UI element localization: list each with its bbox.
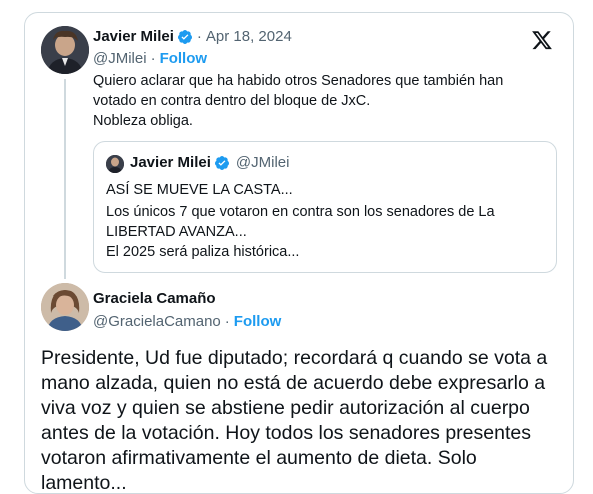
author-handle[interactable]: @GracielaCamano (93, 313, 221, 330)
parent-tweet-text-line: Quiero aclarar que ha habido otros Senad… (93, 73, 504, 89)
parent-tweet-text-line: votado en contra dentro del bloque de Jx… (93, 93, 371, 109)
reply-tweet-text-line: antes de la votación. Hoy todos los sena… (41, 422, 531, 444)
avatar[interactable] (41, 283, 89, 331)
avatar (106, 155, 124, 173)
author-name[interactable]: Javier Milei (93, 28, 174, 45)
separator-dot: · (150, 50, 156, 67)
reply-tweet-text-line: lamento... (41, 472, 127, 494)
follow-button[interactable]: Follow (160, 50, 208, 67)
reply-tweet-text-line: mano alzada, quien no está de acuerdo de… (41, 372, 546, 394)
quoted-tweet-text-line: El 2025 será paliza histórica... (106, 244, 300, 260)
quoted-tweet-text-line: LIBERTAD AVANZA... (106, 224, 247, 240)
embedded-tweet-card: Javier Milei · Apr 18, 2024 @JMilei · Fo… (24, 12, 574, 494)
verified-badge-icon (177, 29, 192, 44)
verified-badge-icon (214, 155, 229, 170)
author-name[interactable]: Graciela Camaño (93, 290, 216, 307)
separator-dot: · (196, 28, 202, 45)
reply-tweet-text-line: Presidente, Ud fue diputado; recordará q… (41, 347, 548, 369)
parent-tweet-text-line: Nobleza obliga. (93, 113, 193, 129)
thread-line (64, 79, 66, 279)
parent-tweet-header: Javier Milei · Apr 18, 2024 (93, 28, 292, 45)
quoted-tweet-header: Javier Milei @JMilei (130, 154, 289, 171)
avatar[interactable] (41, 26, 89, 74)
separator-dot: · (224, 313, 230, 330)
follow-button[interactable]: Follow (234, 313, 282, 330)
reply-tweet-text-line: viva voz y quien se abstiene pedir autor… (41, 397, 530, 419)
quoted-tweet[interactable]: Javier Milei @JMilei ASÍ SE MUEVE LA CAS… (93, 141, 557, 273)
quoted-tweet-text-line: ASÍ SE MUEVE LA CASTA... (106, 182, 293, 198)
parent-handle-row: @JMilei · Follow (93, 50, 207, 67)
reply-handle-row: @GracielaCamano · Follow (93, 313, 281, 330)
author-handle[interactable]: @JMilei (93, 50, 147, 67)
x-logo-icon[interactable] (531, 29, 553, 51)
reply-tweet-text: Presidente, Ud fue diputado; recordará q… (41, 346, 561, 494)
author-name: Javier Milei (130, 154, 211, 171)
author-handle: @JMilei (235, 154, 290, 171)
tweet-date[interactable]: Apr 18, 2024 (206, 28, 292, 45)
quoted-tweet-text-line: Los únicos 7 que votaron en contra son l… (106, 204, 495, 220)
reply-tweet-text-line: votaron afirmativamente el aumento de di… (41, 447, 477, 469)
reply-tweet-header: Graciela Camaño (93, 290, 216, 307)
